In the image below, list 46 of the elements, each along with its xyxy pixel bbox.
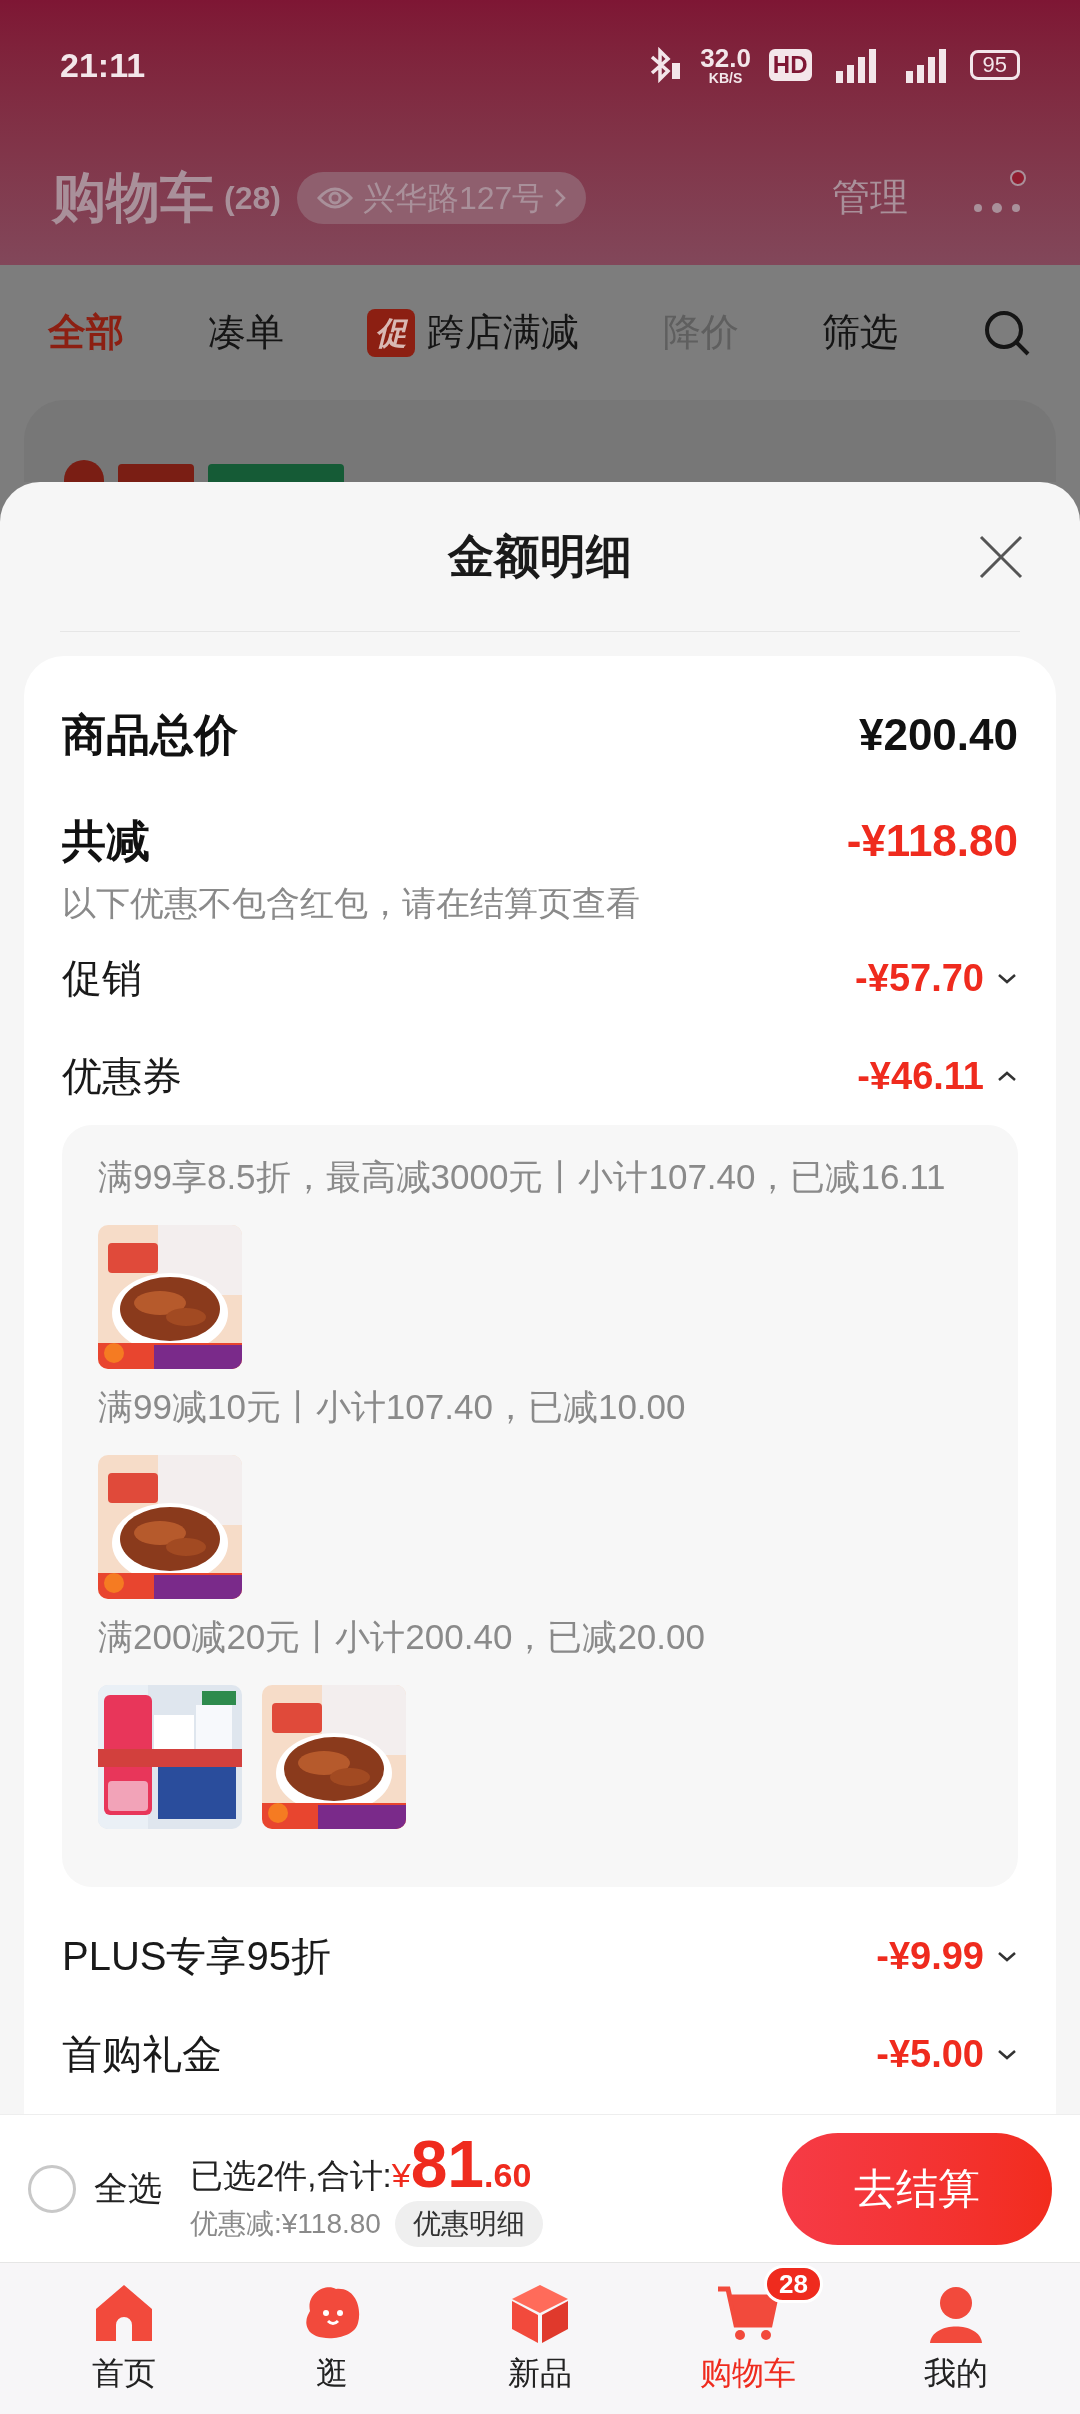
selection-summary: 已选2件,合计: bbox=[190, 2156, 392, 2196]
discount-label: 共减 bbox=[62, 815, 150, 867]
total-price: 81 bbox=[410, 2130, 485, 2198]
status-time: 21:11 bbox=[60, 44, 146, 86]
coupon-rule: 满99减10元丨小计107.40，已减10.00 bbox=[98, 1386, 687, 1428]
filter-tab[interactable]: 凑单 bbox=[207, 304, 284, 361]
promo-badge: 促 bbox=[367, 308, 416, 357]
sheet-title: 金额明细 bbox=[448, 529, 632, 584]
discount-detail-button[interactable]: 优惠明细 bbox=[394, 2201, 543, 2247]
checkout-button[interactable]: 去结算 bbox=[782, 2132, 1052, 2245]
discount-item-toggle[interactable]: -¥5.00 bbox=[876, 2025, 1018, 2083]
page-title: 购物车 bbox=[52, 166, 214, 229]
nav-tab[interactable]: 我的 bbox=[866, 2280, 1046, 2397]
select-all-checkbox[interactable] bbox=[28, 2164, 76, 2213]
cart-count: (28) bbox=[224, 178, 281, 218]
battery-indicator: 95 bbox=[969, 50, 1020, 80]
total-price-decimal: .60 bbox=[484, 2155, 532, 2196]
network-speed: 32.0 bbox=[700, 45, 751, 71]
close-icon[interactable] bbox=[978, 533, 1024, 580]
select-all-label: 全选 bbox=[94, 2168, 162, 2209]
discount-note: 以下优惠不包含红包，请在结算页查看 bbox=[62, 883, 641, 924]
nav-tab[interactable]: 逛 bbox=[242, 2280, 422, 2397]
nav-tab[interactable]: 新品 bbox=[450, 2280, 630, 2397]
saved-amount: 优惠减:¥118.80 bbox=[190, 2207, 381, 2241]
discount-item-label: 首购礼金 bbox=[62, 2031, 222, 2078]
price-currency: ¥ bbox=[391, 2155, 411, 2196]
discount-item-toggle[interactable]: -¥9.99 bbox=[876, 1927, 1018, 1985]
hd-indicator: HD bbox=[768, 49, 812, 81]
coupon-rule: 满200减20元丨小计200.40，已减20.00 bbox=[98, 1616, 706, 1658]
manage-button[interactable]: 管理 bbox=[832, 169, 908, 226]
discount-item-label: PLUS专享95折 bbox=[62, 1933, 331, 1980]
network-speed-unit: KB/S bbox=[708, 71, 743, 85]
total-value: ¥200.40 bbox=[858, 709, 1018, 761]
filter-tab[interactable]: 促 跨店满减 bbox=[367, 304, 580, 361]
discount-item-toggle[interactable]: -¥46.11 bbox=[857, 1047, 1018, 1105]
nav-tab[interactable]: 首页 bbox=[34, 2280, 214, 2397]
cart-badge: 28 bbox=[764, 2264, 823, 2303]
filter-tab[interactable]: 筛选 bbox=[822, 304, 899, 361]
discount-item-label: 优惠券 bbox=[62, 1053, 182, 1100]
discount-item-label: 促销 bbox=[62, 955, 142, 1002]
total-label: 商品总价 bbox=[62, 709, 238, 761]
chevron-right-icon bbox=[554, 187, 567, 208]
filter-tab[interactable]: 全部 bbox=[48, 304, 124, 361]
discount-value: -¥118.80 bbox=[846, 815, 1018, 867]
coupon-rule: 满99享8.5折，最高减3000元丨小计107.40，已减16.11 bbox=[98, 1156, 947, 1198]
discount-item-toggle[interactable]: -¥57.70 bbox=[855, 949, 1018, 1007]
